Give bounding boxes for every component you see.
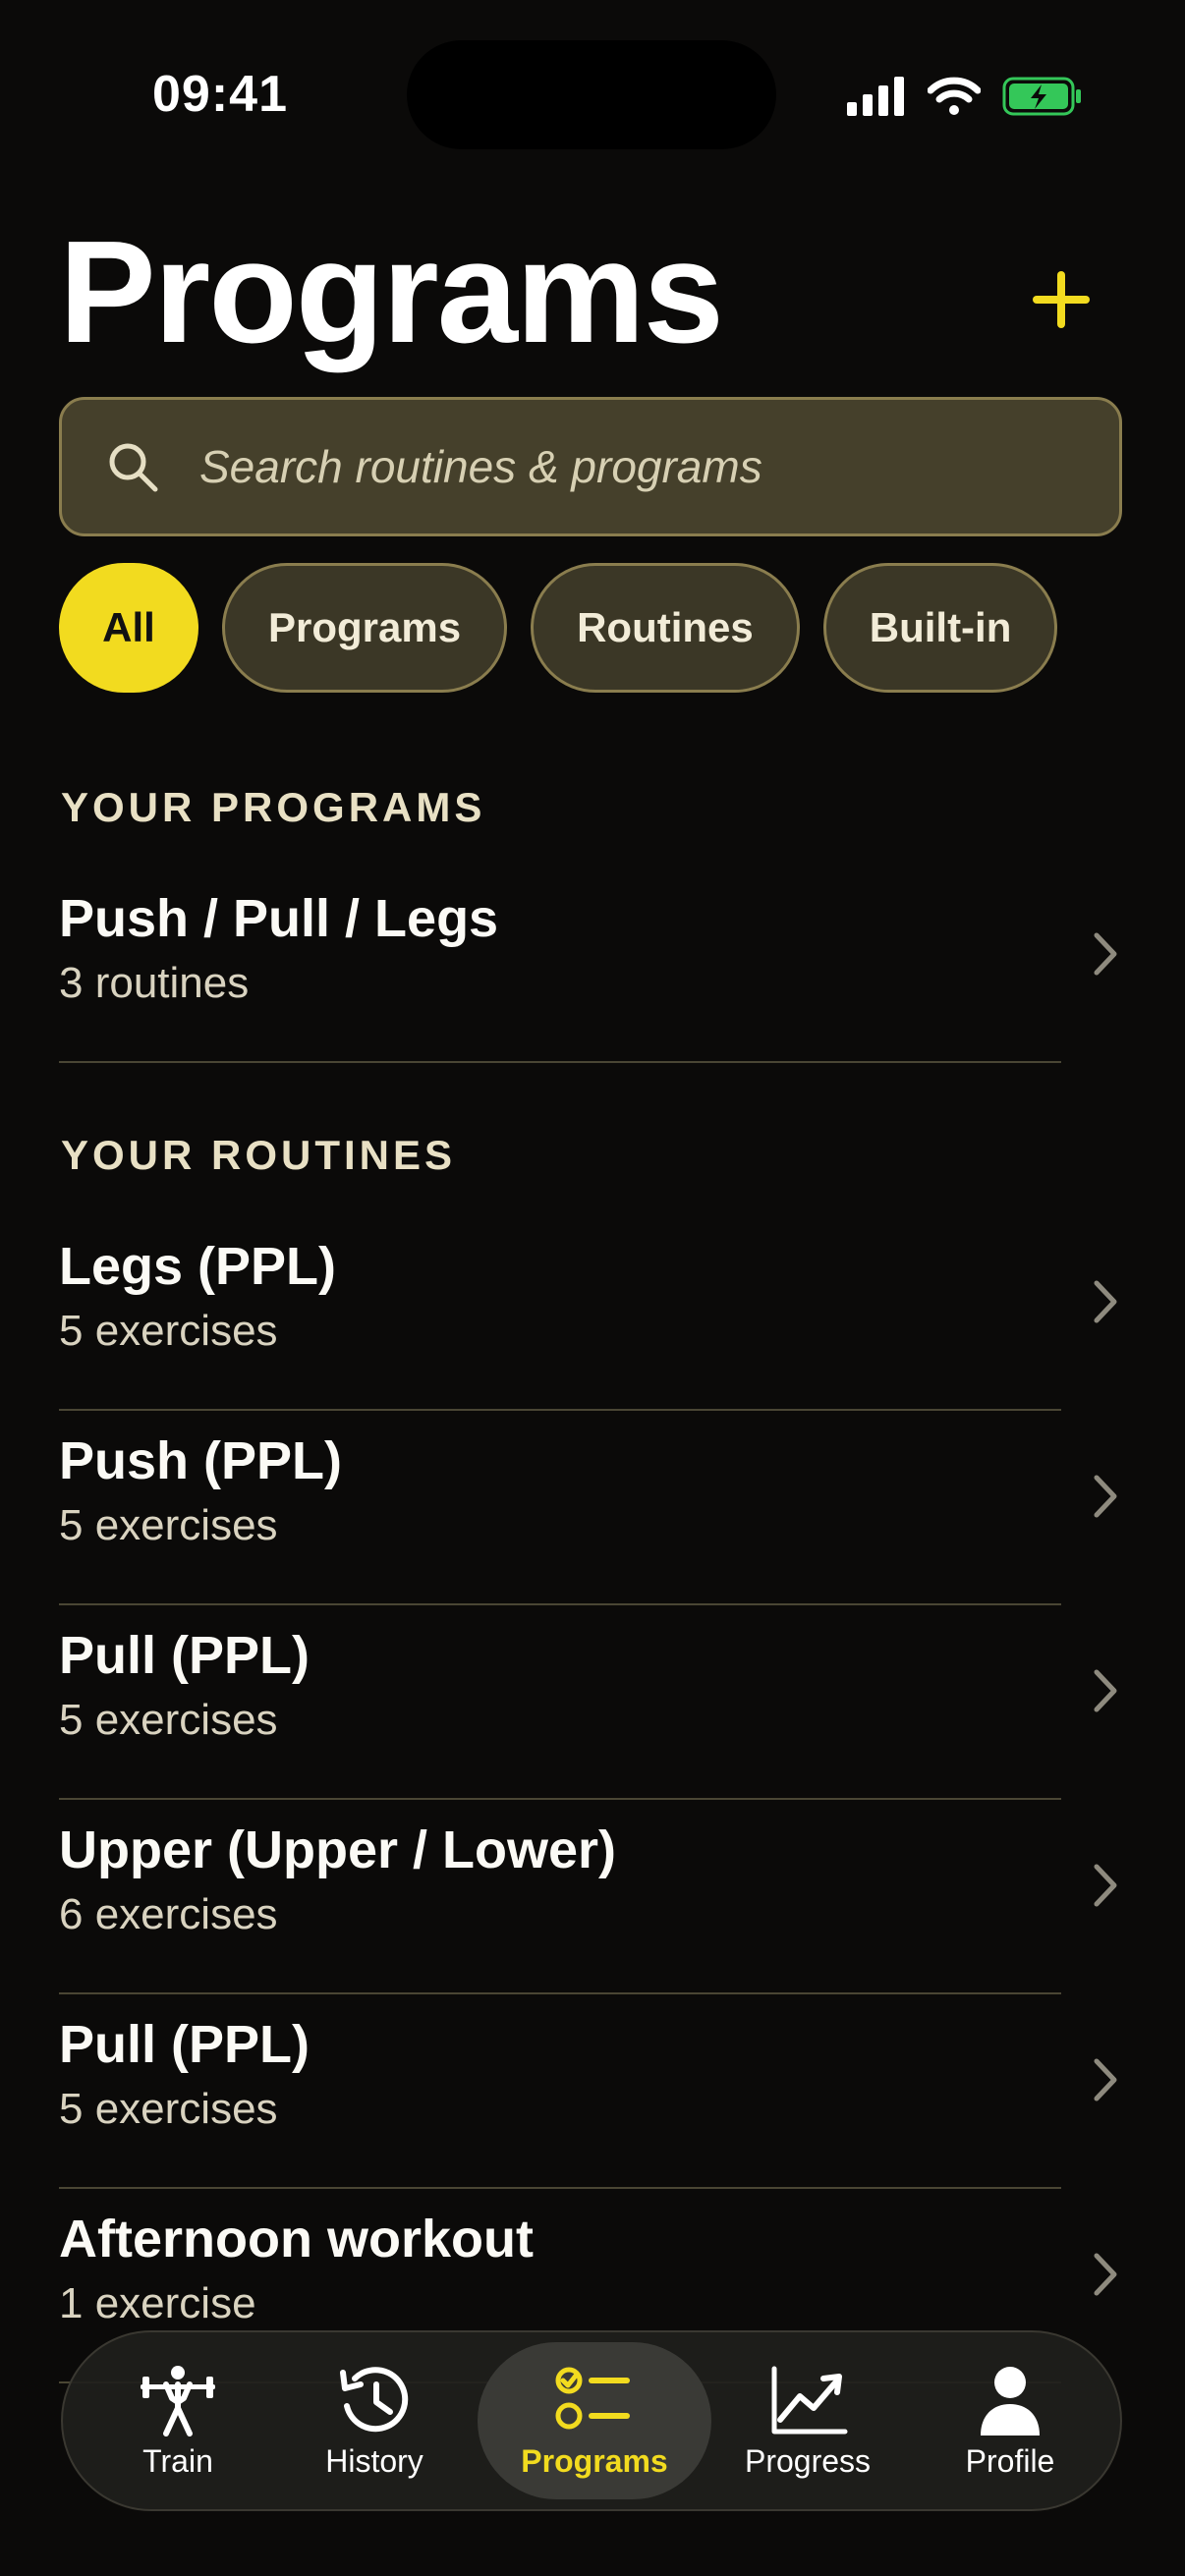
tab-history[interactable]: History bbox=[271, 2342, 478, 2499]
page-title: Programs bbox=[59, 211, 724, 373]
chevron-right-icon bbox=[1094, 2058, 1117, 2101]
wifi-icon bbox=[928, 77, 981, 115]
routine-row[interactable]: Upper (Upper / Lower) 6 exercises bbox=[59, 1800, 1122, 1994]
history-icon bbox=[340, 2366, 409, 2432]
tab-label: Profile bbox=[965, 2442, 1055, 2479]
signal-icon bbox=[847, 77, 904, 116]
tab-progress[interactable]: Progress bbox=[711, 2342, 904, 2499]
routine-row[interactable]: Pull (PPL) 5 exercises bbox=[59, 1994, 1122, 2189]
search-input[interactable] bbox=[198, 439, 1119, 494]
checklist-icon bbox=[555, 2367, 630, 2429]
row-subtitle: 5 exercises bbox=[59, 1696, 278, 1744]
row-subtitle: 5 exercises bbox=[59, 1307, 278, 1355]
chevron-right-icon bbox=[1094, 1669, 1117, 1712]
section-header-routines: YOUR ROUTINES bbox=[61, 1132, 457, 1178]
chevron-right-icon bbox=[1094, 1864, 1117, 1907]
tab-label: Train bbox=[142, 2442, 213, 2479]
row-title: Pull (PPL) bbox=[59, 1626, 310, 1685]
row-title: Legs (PPL) bbox=[59, 1237, 337, 1296]
add-button[interactable] bbox=[1022, 260, 1100, 339]
row-subtitle: 5 exercises bbox=[59, 1501, 278, 1549]
dynamic-island bbox=[407, 40, 776, 149]
routine-row[interactable]: Pull (PPL) 5 exercises bbox=[59, 1605, 1122, 1800]
chevron-right-icon bbox=[1094, 2253, 1117, 2296]
filter-chips: All Programs Routines Built-in bbox=[59, 563, 1058, 693]
filter-chip-all[interactable]: All bbox=[59, 563, 198, 693]
status-time: 09:41 bbox=[152, 66, 288, 123]
battery-icon bbox=[1002, 77, 1081, 116]
routine-row[interactable]: Legs (PPL) 5 exercises bbox=[59, 1216, 1122, 1411]
search-bar[interactable] bbox=[59, 397, 1122, 536]
filter-chip-built-in[interactable]: Built-in bbox=[822, 563, 1058, 693]
filter-chip-programs[interactable]: Programs bbox=[222, 563, 508, 693]
weightlifter-icon bbox=[141, 2365, 215, 2436]
program-row[interactable]: Push / Pull / Legs 3 routines bbox=[59, 868, 1122, 1063]
chevron-right-icon bbox=[1094, 1280, 1117, 1323]
chevron-right-icon bbox=[1094, 932, 1117, 976]
row-subtitle: 5 exercises bbox=[59, 2085, 278, 2133]
row-title: Afternoon workout bbox=[59, 2210, 534, 2268]
filter-chip-routines[interactable]: Routines bbox=[531, 563, 800, 693]
chart-icon bbox=[771, 2366, 848, 2434]
row-title: Push / Pull / Legs bbox=[59, 889, 499, 948]
row-title: Upper (Upper / Lower) bbox=[59, 1820, 617, 1879]
tab-train[interactable]: Train bbox=[85, 2342, 271, 2499]
row-subtitle: 6 exercises bbox=[59, 1890, 278, 1938]
routine-row[interactable]: Push (PPL) 5 exercises bbox=[59, 1411, 1122, 1605]
status-icons bbox=[847, 71, 1083, 122]
row-title: Pull (PPL) bbox=[59, 2015, 310, 2074]
tab-label: Programs bbox=[521, 2442, 668, 2479]
tab-profile[interactable]: Profile bbox=[904, 2342, 1116, 2499]
plus-icon bbox=[1033, 271, 1090, 328]
chevron-right-icon bbox=[1094, 1475, 1117, 1518]
row-subtitle: 1 exercise bbox=[59, 2279, 256, 2327]
row-divider bbox=[59, 1061, 1061, 1063]
tab-bar: Train History Programs Progress Profile bbox=[61, 2330, 1122, 2511]
person-icon bbox=[981, 2366, 1040, 2436]
tab-programs[interactable]: Programs bbox=[478, 2342, 711, 2499]
tab-label: History bbox=[325, 2442, 423, 2479]
row-subtitle: 3 routines bbox=[59, 959, 250, 1007]
search-icon bbox=[109, 443, 158, 492]
section-header-programs: YOUR PROGRAMS bbox=[61, 784, 486, 830]
row-title: Push (PPL) bbox=[59, 1431, 343, 1490]
tab-label: Progress bbox=[744, 2442, 872, 2479]
